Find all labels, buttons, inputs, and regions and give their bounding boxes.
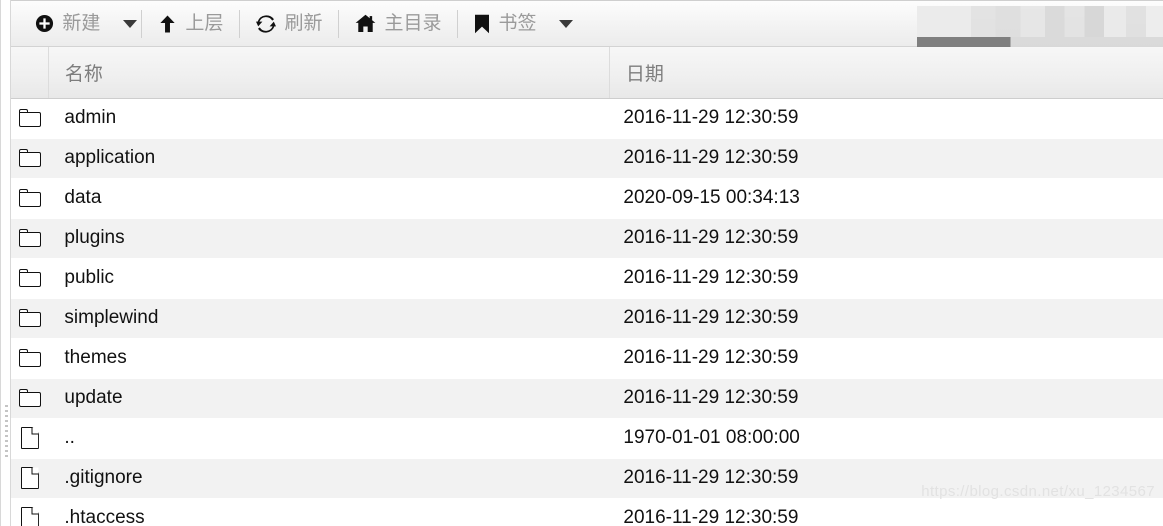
row-icon-cell <box>11 258 49 299</box>
home-icon <box>356 14 376 33</box>
new-button[interactable]: 新建 <box>23 1 112 47</box>
file-list-table: 名称 日期 admin 2016-11-29 12:30:59 applicatio… <box>11 47 1163 526</box>
row-date-cell: 2016-11-29 12:30:59 <box>609 98 1163 139</box>
toolbar: 新建 上层 刷新 主目录 书签 <box>11 0 1163 49</box>
splitter-grip-icon[interactable] <box>5 405 9 457</box>
row-date-cell: 2016-11-29 12:30:59 <box>609 138 1163 179</box>
new-button-label: 新建 <box>62 13 101 34</box>
column-header-date[interactable]: 日期 <box>609 47 1163 99</box>
up-level-button[interactable]: 上层 <box>146 1 235 47</box>
row-name-cell[interactable]: .. <box>48 418 610 459</box>
refresh-button[interactable]: 刷新 <box>244 1 334 47</box>
toolbar-separator <box>141 9 143 38</box>
row-date-cell: 2016-11-29 12:30:59 <box>609 378 1163 419</box>
row-date-cell: 1970-01-01 08:00:00 <box>609 418 1163 459</box>
table-row[interactable]: data 2020-09-15 00:34:13 <box>11 178 1163 219</box>
row-name-cell[interactable]: public <box>48 258 610 299</box>
folder-icon <box>18 188 41 207</box>
panel-splitter[interactable] <box>0 0 12 526</box>
folder-icon <box>18 108 41 127</box>
file-list-container[interactable]: 名称 日期 admin 2016-11-29 12:30:59 applicatio… <box>11 47 1163 526</box>
row-date-cell: 2016-11-29 12:30:59 <box>609 498 1163 526</box>
bookmarks-button[interactable]: 书签 <box>462 1 548 47</box>
row-name-cell[interactable]: .htaccess <box>48 498 610 526</box>
row-icon-cell <box>11 98 49 139</box>
column-header-name[interactable]: 名称 <box>48 47 610 99</box>
file-browser-panel: 新建 上层 刷新 主目录 书签 名称 日期 admin 2016-11-29 1… <box>11 0 1163 526</box>
refresh-button-label: 刷新 <box>284 13 323 34</box>
home-directory-button[interactable]: 主目录 <box>343 1 453 47</box>
row-date-cell: 2016-11-29 12:30:59 <box>609 218 1163 259</box>
folder-icon <box>18 268 41 287</box>
table-row[interactable]: .. 1970-01-01 08:00:00 <box>11 418 1163 459</box>
column-header-icon[interactable] <box>11 47 49 99</box>
file-icon <box>20 466 39 489</box>
row-icon-cell <box>11 218 49 259</box>
row-date-cell: 2020-09-15 00:34:13 <box>609 178 1163 219</box>
file-icon <box>20 506 39 526</box>
row-name-cell[interactable]: themes <box>48 338 610 379</box>
row-date-cell: 2016-11-29 12:30:59 <box>609 258 1163 299</box>
row-date-cell: 2016-11-29 12:30:59 <box>609 338 1163 379</box>
table-row[interactable]: .gitignore 2016-11-29 12:30:59 <box>11 458 1163 499</box>
table-row[interactable]: update 2016-11-29 12:30:59 <box>11 378 1163 419</box>
table-row[interactable]: .htaccess 2016-11-29 12:30:59 <box>11 498 1163 526</box>
row-name-cell[interactable]: simplewind <box>48 298 610 339</box>
row-icon-cell <box>11 178 49 219</box>
row-icon-cell <box>11 498 49 526</box>
bookmarks-dropdown-caret-icon[interactable] <box>559 19 574 28</box>
row-icon-cell <box>11 138 49 179</box>
row-icon-cell <box>11 458 49 499</box>
folder-icon <box>18 388 41 407</box>
new-dropdown-caret-icon[interactable] <box>123 19 138 28</box>
row-icon-cell <box>11 338 49 379</box>
table-row[interactable]: admin 2016-11-29 12:30:59 <box>11 98 1163 139</box>
folder-icon <box>18 228 41 247</box>
row-name-cell[interactable]: .gitignore <box>48 458 610 499</box>
redacted-region <box>917 6 1163 49</box>
header-row: 名称 日期 <box>11 47 1163 99</box>
bookmark-icon <box>475 14 490 33</box>
up-level-button-label: 上层 <box>185 13 224 34</box>
table-row[interactable]: application 2016-11-29 12:30:59 <box>11 138 1163 179</box>
row-date-cell: 2016-11-29 12:30:59 <box>609 458 1163 499</box>
refresh-icon <box>256 14 277 33</box>
row-name-cell[interactable]: plugins <box>48 218 610 259</box>
table-row[interactable]: public 2016-11-29 12:30:59 <box>11 258 1163 299</box>
row-name-cell[interactable]: admin <box>48 98 610 139</box>
row-name-cell[interactable]: application <box>48 138 610 179</box>
arrow-up-icon <box>160 14 176 33</box>
folder-icon <box>18 348 41 367</box>
row-name-cell[interactable]: data <box>48 178 610 219</box>
toolbar-separator <box>239 9 241 38</box>
table-row[interactable]: plugins 2016-11-29 12:30:59 <box>11 218 1163 259</box>
file-list-header: 名称 日期 <box>11 47 1163 99</box>
row-name-cell[interactable]: update <box>48 378 610 419</box>
table-row[interactable]: simplewind 2016-11-29 12:30:59 <box>11 298 1163 339</box>
file-list-body: admin 2016-11-29 12:30:59 application 2016-… <box>11 98 1163 526</box>
bookmarks-button-label: 书签 <box>498 13 537 34</box>
plus-circle-icon <box>36 14 54 33</box>
row-icon-cell <box>11 378 49 419</box>
toolbar-separator <box>457 9 459 38</box>
row-icon-cell <box>11 298 49 339</box>
file-icon <box>20 426 39 449</box>
folder-icon <box>18 148 41 167</box>
file-manager-window: /wwwwwwrootergou.comcmfx-X2.2.2adminappl… <box>0 0 1163 526</box>
table-row[interactable]: themes 2016-11-29 12:30:59 <box>11 338 1163 379</box>
row-date-cell: 2016-11-29 12:30:59 <box>609 298 1163 339</box>
home-directory-button-label: 主目录 <box>384 13 442 34</box>
folder-icon <box>18 308 41 327</box>
row-icon-cell <box>11 418 49 459</box>
toolbar-separator <box>338 9 340 38</box>
